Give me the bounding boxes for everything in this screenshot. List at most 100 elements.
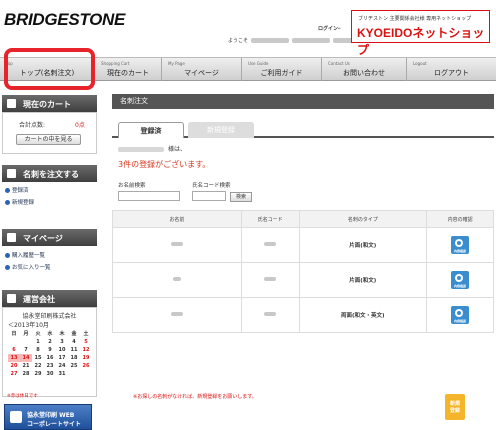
calendar-day: 3	[60, 339, 64, 345]
column-header: お名前	[112, 210, 242, 228]
calendar-day	[8, 338, 20, 346]
search-button[interactable]: 検索	[230, 192, 252, 202]
redacted-code	[264, 312, 277, 316]
name-search-input[interactable]	[118, 191, 180, 201]
calendar-day: 26	[82, 363, 90, 369]
type-cell: 両面(和文・英文)	[298, 297, 428, 333]
sidebar-link-registered[interactable]: 登録済	[5, 186, 29, 194]
calendar-day: 24	[58, 363, 66, 369]
magnifier-icon	[455, 274, 464, 282]
card-table: お名前 氏名コード 名刺のタイプ 内容の確認 片面(和文) 内容確認 片面(和文…	[112, 210, 494, 333]
nav-label: マイページ	[184, 69, 219, 77]
nav-en-label: Use Guide	[248, 61, 269, 66]
new-register-line2: 登録	[449, 408, 460, 414]
check-cell: 内容確認	[426, 297, 494, 333]
calendar-week: 13 14 15 16 17 18 19	[8, 354, 92, 362]
nav-en-label: My Page	[168, 61, 185, 66]
cart-total-label: 合計点数:	[19, 122, 46, 129]
bullet-icon	[5, 265, 10, 270]
code-cell	[240, 262, 300, 298]
calendar-day: 11	[70, 347, 78, 353]
sidebar-company-header: 運営会社	[2, 290, 97, 307]
calendar-day: 7	[24, 347, 28, 353]
page-title: 名刺注文	[112, 94, 494, 109]
preview-button[interactable]: 内容確認	[451, 236, 470, 254]
calendar-day: 13	[8, 354, 20, 362]
calendar-day: 31	[58, 371, 66, 377]
preview-caption: 内容確認	[454, 319, 467, 323]
login-link[interactable]: ログインｰ	[318, 25, 341, 32]
sidebar-link-history[interactable]: 購入履歴一覧	[5, 251, 45, 259]
weekday-label: 土	[83, 331, 89, 337]
table-header: お名前 氏名コード 名刺のタイプ 内容の確認	[112, 210, 494, 228]
nav-logout[interactable]: Logout ログアウト	[407, 58, 496, 81]
sidebar-link-favorites[interactable]: お気に入り一覧	[5, 263, 51, 271]
corporate-line2: コーポレートサイト	[27, 421, 82, 428]
preview-button[interactable]: 内容確認	[451, 306, 470, 324]
code-cell	[240, 297, 300, 333]
check-cell: 内容確認	[426, 227, 494, 263]
name-cell	[112, 262, 242, 298]
type-cell: 片面(和文)	[298, 262, 428, 298]
weekday-label: 水	[47, 331, 53, 337]
code-search-label: 氏名コード検索	[192, 183, 231, 189]
calendar-day: 29	[34, 371, 42, 377]
greeting: ようこそ	[228, 37, 372, 44]
cart-icon	[7, 99, 16, 108]
registration-count: 3件の登録がございます。	[118, 160, 211, 169]
preview-caption: 内容確認	[454, 249, 467, 253]
nav-contact[interactable]: Contact Us お問い合わせ	[322, 58, 407, 81]
calendar-day: 21	[22, 363, 30, 369]
nav-mypage[interactable]: My Page マイページ	[162, 58, 242, 81]
table-row: 片面(和文) 内容確認	[112, 262, 494, 298]
nav-label: 現在のカート	[107, 69, 149, 77]
tab-bar: 登録済 新規登録	[112, 118, 494, 138]
tab-new[interactable]: 新規登録	[188, 122, 254, 138]
calendar-day: 17	[58, 355, 66, 361]
user-icon	[7, 233, 16, 242]
redacted-name	[251, 38, 290, 43]
nav-guide[interactable]: Use Guide ご利用ガイド	[242, 58, 322, 81]
calendar-day: 23	[46, 363, 54, 369]
new-register-line1: 新規	[449, 401, 460, 407]
calendar-month[interactable]: ＜2013年10月	[8, 320, 49, 329]
calendar-day: 1	[36, 339, 40, 345]
card-icon	[7, 169, 16, 178]
tab-registered[interactable]: 登録済	[118, 122, 184, 138]
calendar-week: 6 7 8 9 10 11 12	[8, 346, 92, 354]
sidebar-link-label: 新規登録	[12, 200, 35, 206]
table-row: 片面(和文) 内容確認	[112, 227, 494, 263]
redacted-code	[264, 242, 277, 246]
calendar-day: 10	[58, 347, 66, 353]
sidebar-link-new[interactable]: 新規登録	[5, 198, 34, 206]
calendar-day: 14	[20, 354, 32, 362]
redacted-name	[118, 147, 164, 152]
shop-title: KYOEIDOネットショップ	[357, 26, 485, 57]
sidebar-cart-title: 現在のカート	[23, 100, 71, 109]
calendar-day: 28	[22, 371, 30, 377]
calendar-day: 9	[48, 347, 52, 353]
shop-subtitle: ブリヂストン 主要関係会社様 専用ネットショップ	[358, 16, 472, 22]
sidebar-link-label: 登録済	[12, 188, 29, 194]
redacted-name	[170, 312, 183, 316]
view-cart-button[interactable]: カートの中を見る	[16, 134, 81, 145]
preview-button[interactable]: 内容確認	[451, 271, 470, 289]
greeting-text: ようこそ	[228, 38, 249, 44]
building-icon	[10, 411, 22, 423]
corporate-site-button[interactable]: 協永堂印刷 WEB コーポレートサイト	[4, 404, 92, 430]
nav-cart[interactable]: Shopping Cart 現在のカート	[95, 58, 162, 81]
new-register-button[interactable]: 新規 登録	[445, 394, 465, 420]
weekday-label: 月	[23, 331, 29, 337]
column-header: 氏名コード	[240, 210, 300, 228]
bridgestone-logo: BRIDGESTONE	[4, 10, 126, 29]
weekday-label: 火	[35, 331, 41, 337]
type-cell: 片面(和文)	[298, 227, 428, 263]
nav-label: ご利用ガイド	[260, 69, 303, 77]
cart-total-value: 0点	[75, 122, 85, 129]
shop-banner[interactable]: ブリヂストン 主要関係会社様 専用ネットショップ KYOEIDOネットショップ	[351, 10, 490, 57]
code-search-input[interactable]	[192, 191, 226, 201]
calendar-day	[20, 338, 32, 346]
calendar-day: 6	[12, 347, 16, 353]
magnifier-icon	[455, 239, 464, 247]
preview-caption: 内容確認	[454, 284, 467, 288]
